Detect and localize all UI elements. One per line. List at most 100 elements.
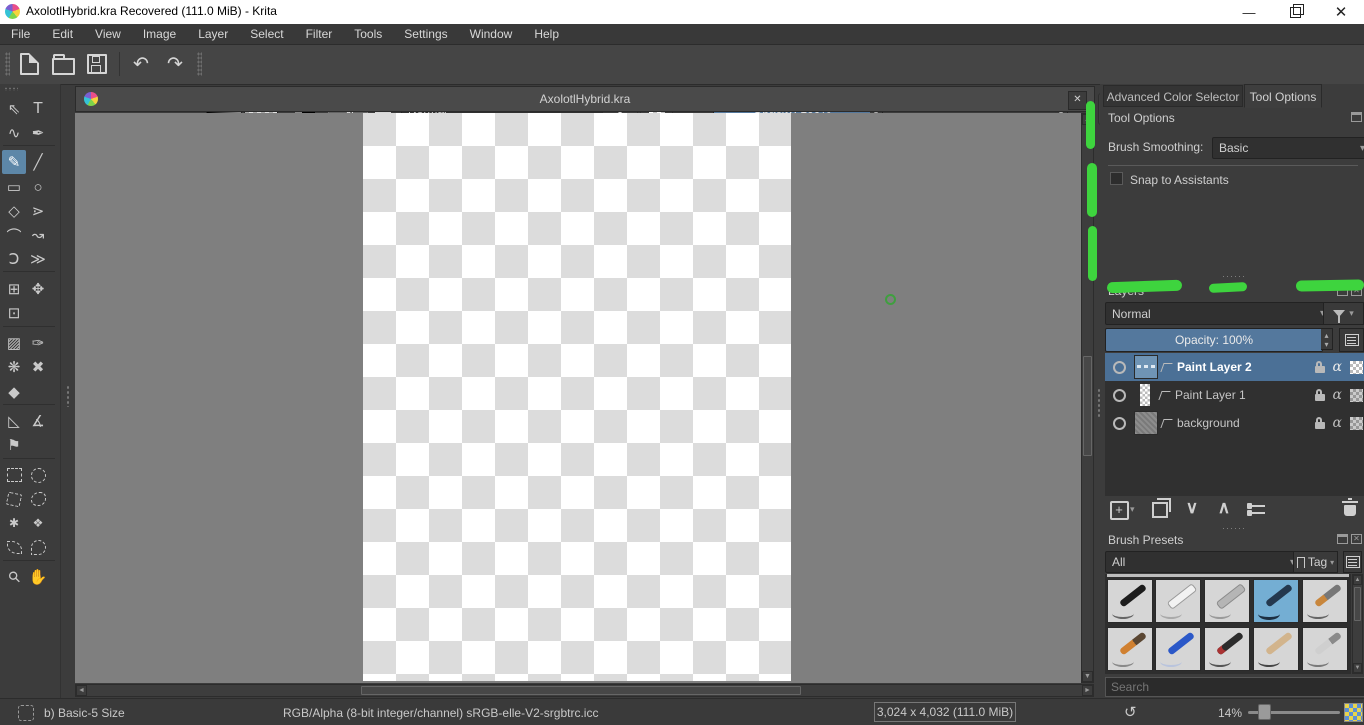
menu-layer[interactable]: Layer xyxy=(187,24,239,44)
tab-advanced-color-selector[interactable]: Advanced Color Selector xyxy=(1103,85,1243,107)
preset-paintbrush[interactable] xyxy=(1107,627,1153,671)
delete-layer-button[interactable] xyxy=(1338,496,1362,520)
layer-visibility-toggle[interactable] xyxy=(1113,389,1126,402)
save-button[interactable] xyxy=(82,50,112,78)
colorize-mask-tool[interactable]: ❋ xyxy=(2,355,26,379)
layer-opacity-slider[interactable]: Opacity: 100% xyxy=(1105,328,1323,352)
close-document-button[interactable]: ✕ xyxy=(1068,91,1087,110)
layer-name[interactable]: Paint Layer 2 xyxy=(1177,360,1252,374)
menu-window[interactable]: Window xyxy=(459,24,524,44)
dynamic-brush-tool[interactable]: Ↄ xyxy=(2,247,26,271)
brush-presets-docker-handle[interactable]: ······ xyxy=(1222,523,1246,533)
select-shapes-tool[interactable]: ⇖ xyxy=(2,97,26,121)
calligraphy-tool[interactable]: ✒ xyxy=(26,121,50,145)
scroll-left-button[interactable]: ◄ xyxy=(76,685,87,696)
menu-image[interactable]: Image xyxy=(132,24,187,44)
measure-tool[interactable]: ∡ xyxy=(26,409,50,433)
scroll-right-button[interactable]: ► xyxy=(1082,685,1093,696)
layer-name[interactable]: background xyxy=(1177,416,1240,430)
layer-visibility-toggle[interactable] xyxy=(1113,417,1126,430)
inherit-alpha-icon[interactable] xyxy=(1350,361,1363,374)
menu-settings[interactable]: Settings xyxy=(393,24,458,44)
freehand-brush-tool[interactable]: ✎ xyxy=(2,150,26,174)
line-tool[interactable]: ╱ xyxy=(26,150,50,174)
layer-row-paint-layer-2[interactable]: Paint Layer 2 α xyxy=(1105,353,1364,381)
alpha-lock-icon[interactable]: α xyxy=(1333,359,1342,375)
brush-smoothing-dropdown[interactable]: Basic ▾ xyxy=(1212,137,1364,159)
add-layer-button[interactable]: + xyxy=(1108,498,1130,522)
layers-docker-handle[interactable]: ······ xyxy=(1222,271,1246,281)
snap-to-assistants-checkbox[interactable] xyxy=(1110,172,1123,185)
fill-tool[interactable]: ◆ xyxy=(2,380,26,404)
preset-graphite-pencil[interactable] xyxy=(1253,627,1299,671)
ellipse-tool[interactable]: ○ xyxy=(26,175,50,199)
docker-splitter-handle[interactable] xyxy=(1097,388,1101,418)
zoom-slider-handle[interactable] xyxy=(1258,704,1271,720)
preset-search-input[interactable] xyxy=(1105,677,1364,697)
text-tool[interactable]: T xyxy=(26,97,50,121)
preset-ink-brush-selected[interactable] xyxy=(1253,579,1299,623)
preset-silver-pen[interactable] xyxy=(1302,627,1348,671)
menu-select[interactable]: Select xyxy=(239,24,294,44)
layer-row-paint-layer-1[interactable]: Paint Layer 1 α xyxy=(1105,381,1364,409)
add-layer-options-arrow[interactable]: ▾ xyxy=(1130,504,1135,515)
move-layer-down-button[interactable]: ∨ xyxy=(1180,496,1204,520)
toolbox-splitter-handle[interactable] xyxy=(66,385,70,407)
preset-scrollbar[interactable]: ▲ ▼ xyxy=(1352,574,1363,674)
toolbar-grip[interactable] xyxy=(5,52,10,76)
minimize-button[interactable]: — xyxy=(1226,0,1272,24)
layer-opacity-spinner[interactable]: ▴ ▾ xyxy=(1321,328,1333,350)
redo-button[interactable]: ↷ xyxy=(160,50,190,78)
vertical-scroll-handle[interactable] xyxy=(1083,356,1092,456)
open-document-button[interactable] xyxy=(48,50,78,78)
preset-blue-pencil[interactable] xyxy=(1155,627,1201,671)
layer-name[interactable]: Paint Layer 1 xyxy=(1175,388,1246,402)
duplicate-layer-button[interactable] xyxy=(1148,498,1172,522)
undo-button[interactable]: ↶ xyxy=(126,50,156,78)
polygonal-selection-tool[interactable] xyxy=(2,487,26,511)
tag-button[interactable]: Tag ▾ xyxy=(1293,551,1338,573)
pan-tool[interactable]: ✋ xyxy=(26,565,50,589)
document-canvas[interactable] xyxy=(363,113,791,681)
menu-view[interactable]: View xyxy=(84,24,132,44)
smart-patch-tool[interactable]: ✖ xyxy=(26,355,50,379)
elliptical-selection-tool[interactable] xyxy=(26,463,50,487)
brush-presets-float-icon[interactable] xyxy=(1337,534,1348,544)
scroll-down-button[interactable]: ▼ xyxy=(1082,671,1093,682)
spin-down-icon[interactable]: ▾ xyxy=(1324,340,1328,349)
polygon-tool[interactable]: ◇ xyxy=(2,199,26,223)
menu-file[interactable]: File xyxy=(0,24,41,44)
preset-view-mode-button[interactable] xyxy=(1343,551,1362,573)
bezier-selection-tool[interactable] xyxy=(2,535,26,559)
preset-scroll-up[interactable]: ▲ xyxy=(1353,575,1362,585)
restore-button[interactable] xyxy=(1272,0,1318,24)
menu-tools[interactable]: Tools xyxy=(343,24,393,44)
preset-white-pen[interactable] xyxy=(1155,579,1201,623)
tab-tool-options[interactable]: Tool Options xyxy=(1244,84,1322,108)
menu-edit[interactable]: Edit xyxy=(41,24,84,44)
layer-lock-icon[interactable] xyxy=(1315,394,1325,401)
preset-fineliner[interactable] xyxy=(1302,579,1348,623)
preset-marker[interactable] xyxy=(1204,579,1250,623)
canvas-only-mode-button[interactable] xyxy=(1344,703,1363,722)
toolbar-grip2[interactable] xyxy=(197,52,202,76)
contiguous-selection-tool[interactable]: ✱ xyxy=(2,511,26,535)
move-tool[interactable]: ✥ xyxy=(26,277,50,301)
canvas-viewport[interactable] xyxy=(75,113,1081,683)
preset-filter-dropdown[interactable]: All ▾ xyxy=(1105,551,1302,573)
new-document-button[interactable] xyxy=(14,50,44,78)
rectangle-tool[interactable]: ▭ xyxy=(2,175,26,199)
magnetic-selection-tool[interactable] xyxy=(26,535,50,559)
multibrush-tool[interactable]: ≫ xyxy=(26,247,50,271)
spin-up-icon[interactable]: ▴ xyxy=(1324,331,1328,340)
gradient-tool[interactable]: ▨ xyxy=(2,331,26,355)
preset-scroll-down[interactable]: ▼ xyxy=(1353,663,1362,673)
menu-help[interactable]: Help xyxy=(523,24,570,44)
zoom-tool[interactable]: ⚲ xyxy=(2,565,26,589)
layer-row-background[interactable]: background α xyxy=(1105,409,1364,437)
edit-shapes-tool[interactable]: ∿ xyxy=(2,121,26,145)
bezier-curve-tool[interactable]: ⌒ xyxy=(2,223,26,247)
freehand-selection-tool[interactable] xyxy=(26,487,50,511)
toolbox-grip[interactable] xyxy=(4,87,18,91)
freehand-path-tool[interactable]: ↝ xyxy=(26,223,50,247)
